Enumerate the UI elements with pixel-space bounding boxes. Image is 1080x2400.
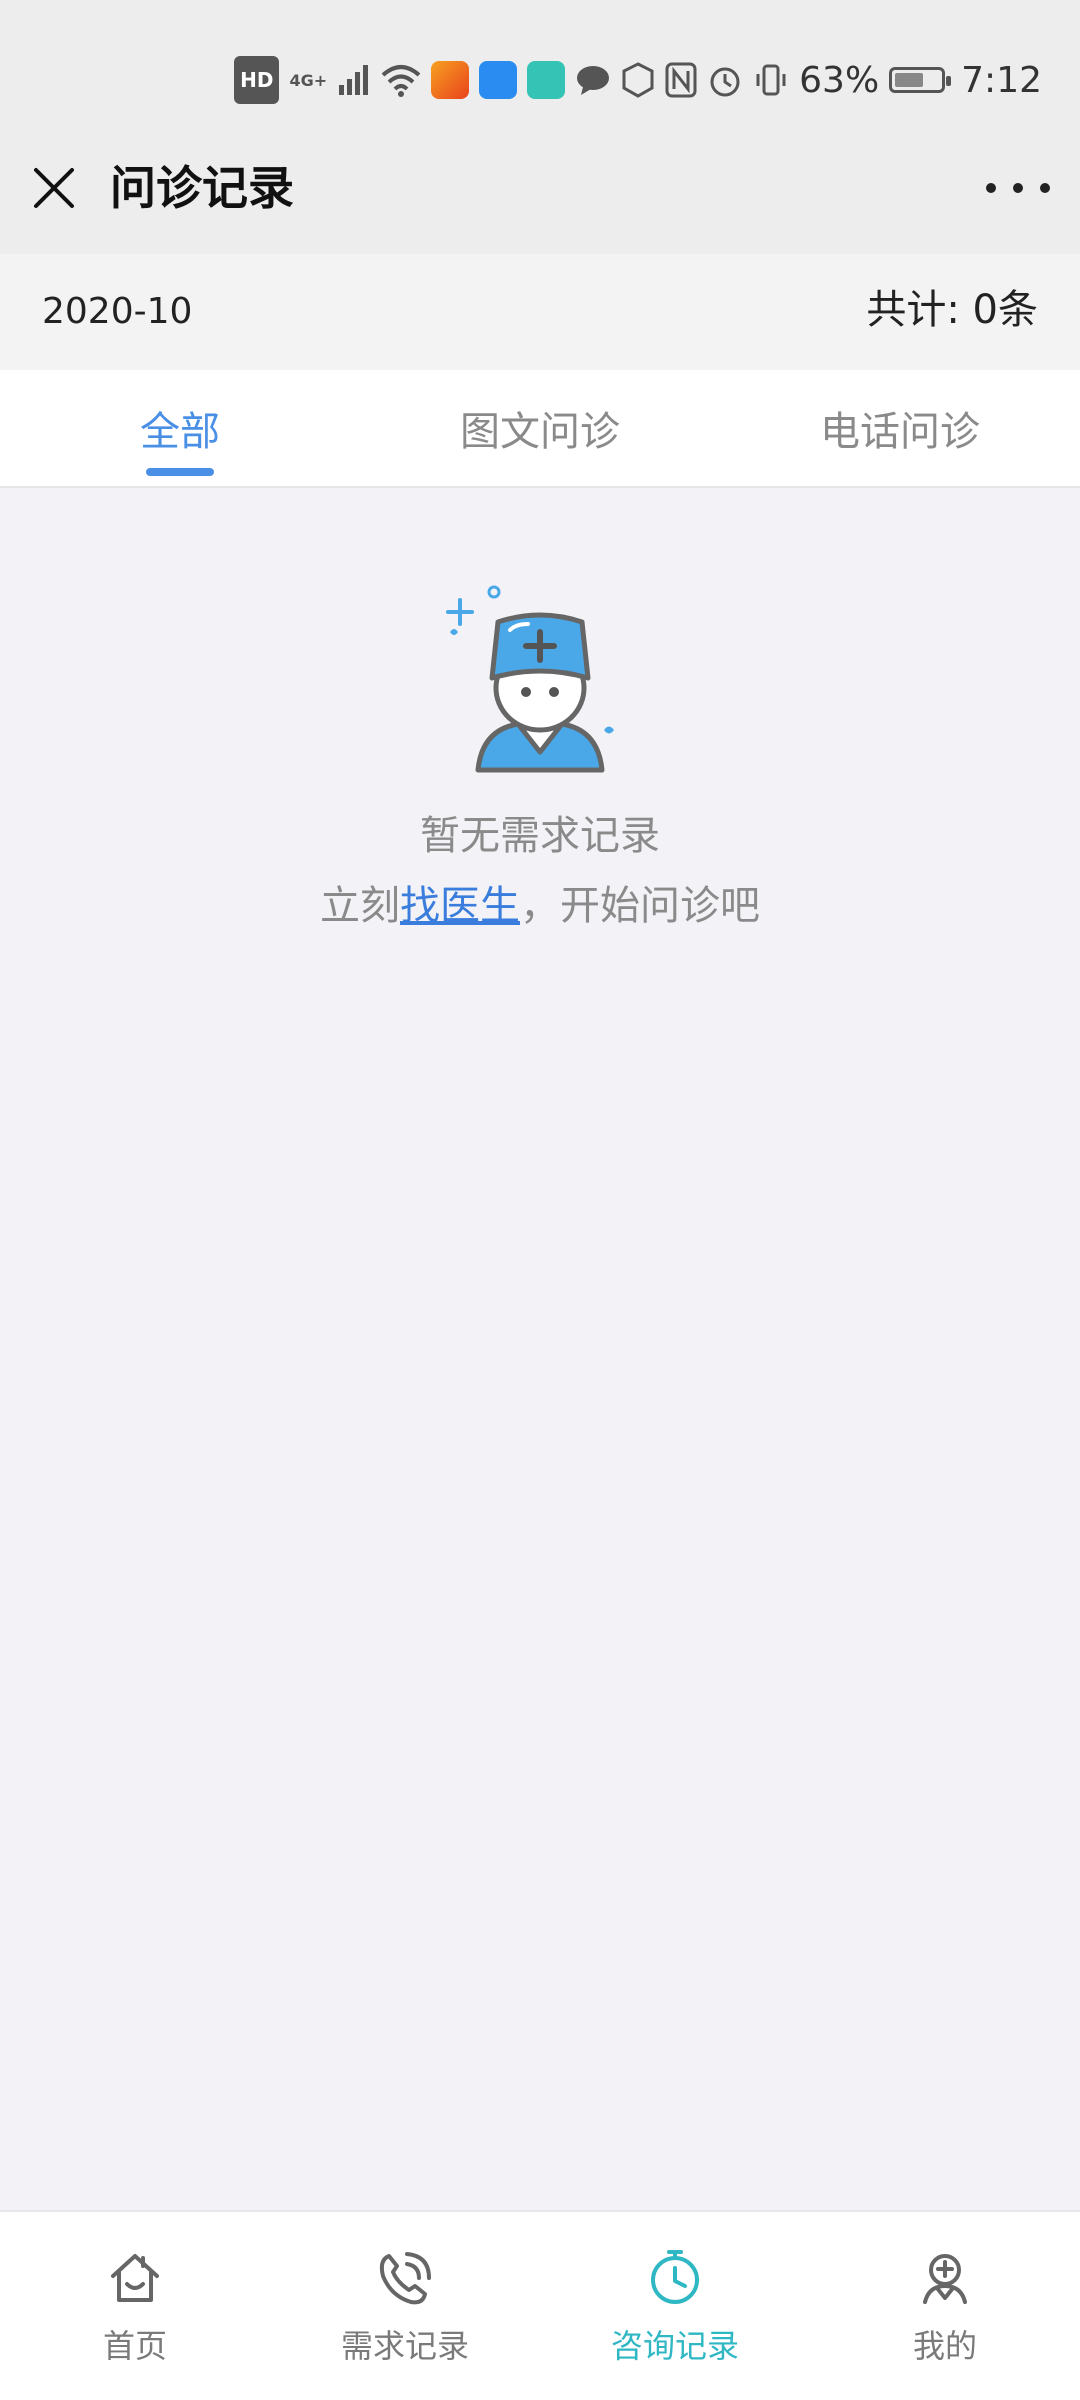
nav-label: 咨询记录 [610,2327,739,2365]
page-title: 问诊记录 [110,161,294,215]
alarm-icon [707,60,743,100]
more-dot [1013,183,1023,193]
message-icon [575,60,611,100]
app-notification-icon [431,61,470,99]
nav-label: 首页 [102,2327,167,2365]
active-tab-indicator [146,468,214,476]
tab-text-consult[interactable]: 图文问诊 [360,370,720,486]
boss-app-icon [527,61,566,99]
wifi-icon [381,60,421,100]
close-icon [34,168,74,208]
tab-label: 全部 [140,409,220,455]
more-dot [1040,183,1050,193]
nav-label: 我的 [912,2327,977,2365]
tab-phone-consult[interactable]: 电话问诊 [720,370,1080,486]
record-count: 共计: 0条 [866,287,1038,333]
doctor-illustration-icon [440,580,640,780]
date-bar: 2020-10 共计: 0条 [0,254,1080,370]
nav-label: 需求记录 [340,2327,469,2365]
find-doctor-link[interactable]: 找医生 [400,883,520,929]
battery-icon [889,67,952,93]
tab-label: 电话问诊 [820,409,980,455]
empty-state-prompt: 立刻找医生，开始问诊吧 [0,878,1080,934]
close-button[interactable] [26,160,82,216]
signal-icon [337,60,371,100]
title-bar: 问诊记录 [0,126,1080,254]
nav-consult-records[interactable]: 咨询记录 [540,2212,810,2400]
clock-icon [651,2250,699,2304]
battery-fill [895,73,924,87]
empty-prompt-suffix: ，开始问诊吧 [520,883,760,929]
battery-percent: 63% [799,59,880,101]
tab-all[interactable]: 全部 [0,370,360,486]
empty-state-title: 暂无需求记录 [420,813,660,859]
hd-icon: HD [234,56,280,104]
tab-bar: 全部 图文问诊 电话问诊 [0,370,1080,488]
empty-prompt-prefix: 立刻 [320,883,400,929]
app-notification-icon [479,61,518,99]
nav-home[interactable]: 首页 [0,2212,270,2400]
vibrate-icon [753,60,789,100]
month-label[interactable]: 2020-10 [42,284,192,340]
bottom-nav: 首页 需求记录 咨询记录 我的 [0,2210,1080,2400]
home-icon [111,2254,159,2302]
nav-demand-records[interactable]: 需求记录 [270,2212,540,2400]
shield-icon [621,60,655,100]
network-type-icon: 4G+ [289,70,328,90]
more-dot [986,183,996,193]
nfc-icon [665,60,697,100]
status-icons: HD 4G+ 63% 7:12 [234,56,1042,104]
clock-time: 7:12 [961,59,1042,101]
phone-icon [379,2252,431,2305]
more-button[interactable] [986,166,1050,210]
profile-icon [923,2254,967,2304]
tab-label: 图文问诊 [460,409,620,455]
nav-profile[interactable]: 我的 [810,2212,1080,2400]
